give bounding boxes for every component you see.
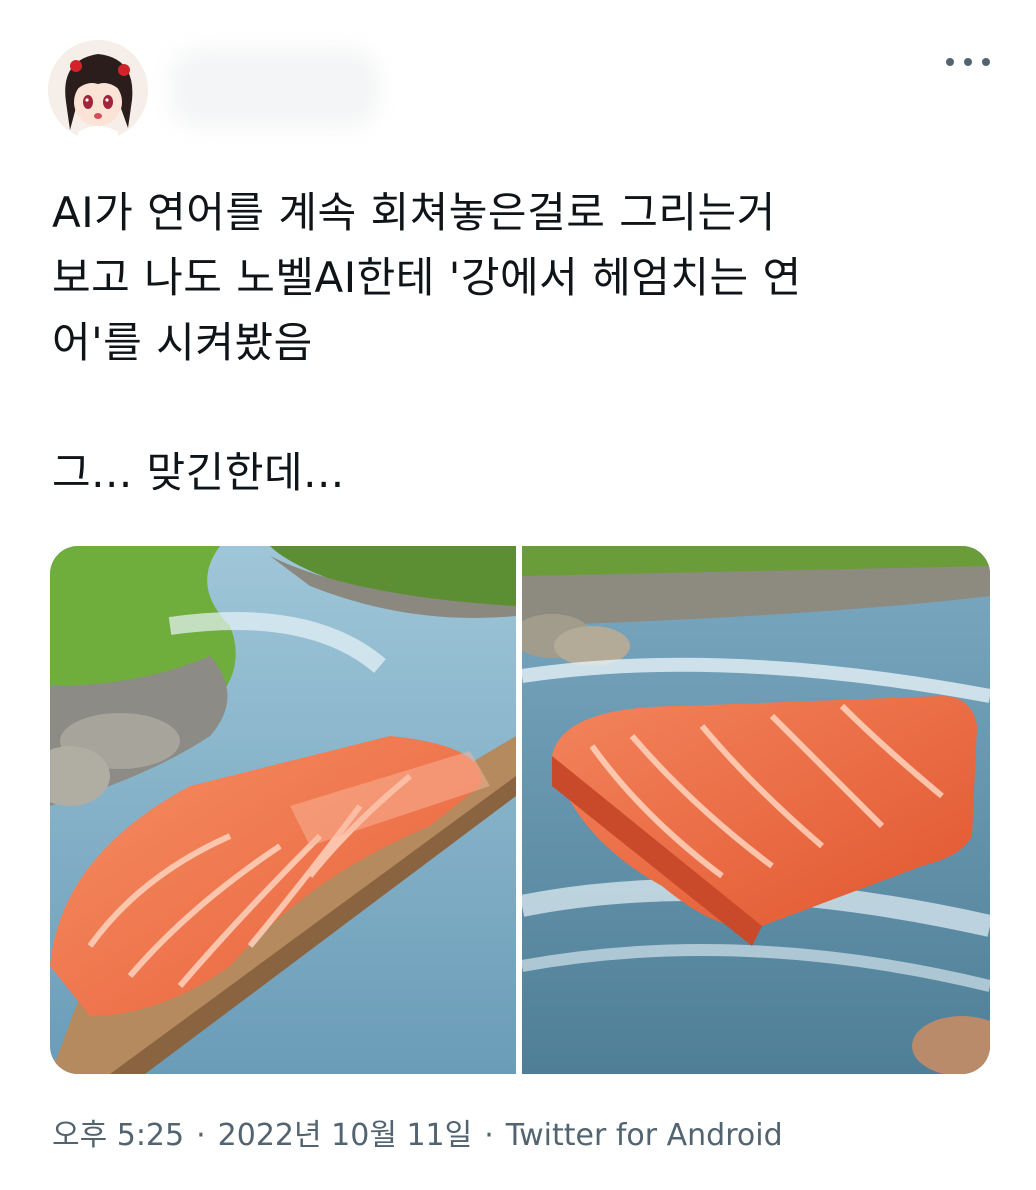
- tweet-text: AI가 연어를 계속 회쳐놓은걸로 그리는거 보고 나도 노벨AI한테 '강에서…: [52, 188, 802, 497]
- more-dots-icon[interactable]: [946, 50, 990, 74]
- meta-separator: ·: [196, 1118, 206, 1153]
- tweet-time[interactable]: 오후 5:25: [52, 1116, 184, 1156]
- username-redacted: [170, 48, 380, 128]
- tweet-meta: 오후 5:25 · 2022년 10월 11일 · Twitter for An…: [52, 1116, 783, 1156]
- tweet-date[interactable]: 2022년 10월 11일: [218, 1116, 473, 1156]
- tweet-source[interactable]: Twitter for Android: [506, 1116, 783, 1156]
- anime-girl-avatar-icon: [48, 40, 148, 140]
- salmon-fillet-in-rapids-image[interactable]: [522, 546, 990, 1074]
- tweet-media[interactable]: [50, 546, 990, 1074]
- avatar[interactable]: [48, 40, 148, 140]
- meta-separator: ·: [484, 1118, 494, 1153]
- salmon-fillet-on-raft-in-river-image[interactable]: [50, 546, 516, 1074]
